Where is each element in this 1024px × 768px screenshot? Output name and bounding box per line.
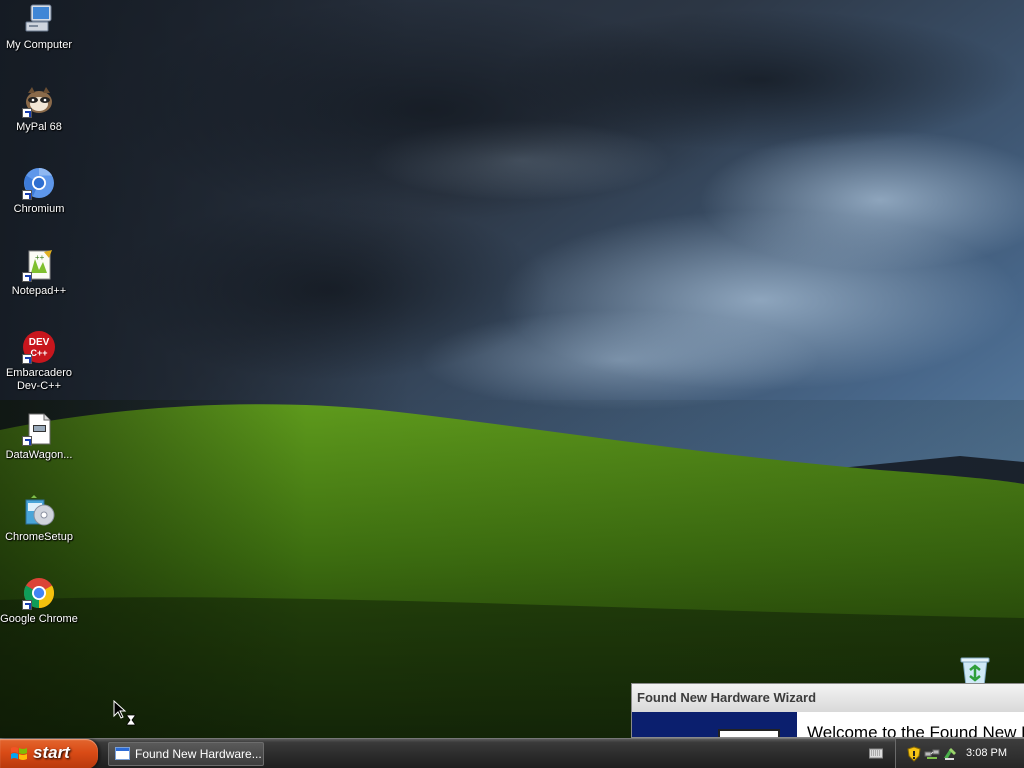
window-icon [115, 747, 130, 760]
wizard-side-banner [632, 712, 797, 737]
desktop-icon-label: My Computer [5, 39, 73, 51]
taskbar-button-found-new-hardware[interactable]: Found New Hardware... [108, 742, 264, 766]
found-new-hardware-wizard-window[interactable]: Found New Hardware Wizard Welcome to the… [631, 683, 1024, 738]
taskbar-button-label: Found New Hardware... [135, 747, 262, 761]
mypal-icon [22, 84, 56, 118]
network-icon[interactable] [924, 746, 940, 762]
safely-remove-icon[interactable] [942, 746, 958, 762]
shortcut-arrow-icon [22, 108, 32, 118]
security-shield-icon[interactable] [906, 746, 922, 762]
desktop-icon-datawagon[interactable]: DataWagon... [0, 412, 78, 462]
my-computer-icon [22, 2, 56, 36]
shortcut-arrow-icon [22, 354, 32, 364]
shortcut-arrow-icon [22, 600, 32, 610]
desktop-icon-label: Notepad++ [11, 285, 67, 297]
wizard-body: Welcome to the Found New Hardware Wizard [632, 712, 1024, 738]
taskbar: start Found New Hardware... 3:08 PM [0, 738, 1024, 768]
system-tray: 3:08 PM [895, 739, 1024, 768]
dev-cpp-icon: DEV C++ [22, 330, 56, 364]
desktop-icon-label: Google Chrome [0, 613, 78, 625]
google-chrome-icon [22, 576, 56, 610]
hardware-illustration-icon [718, 729, 780, 737]
desktop-icon-label: DataWagon... [5, 449, 73, 461]
desktop-icon-notepad-plus-plus[interactable]: ++ Notepad++ [0, 248, 78, 298]
desktop-icon-label: ChromeSetup [5, 531, 73, 543]
dev-badge-text: DEV [29, 337, 50, 348]
wizard-title: Found New Hardware Wizard [637, 690, 817, 705]
desktop-icon-chrome-setup[interactable]: ChromeSetup [0, 494, 78, 544]
recycle-bin-icon[interactable] [958, 656, 992, 687]
desktop-icon-label: Embarcadero Dev-C++ [5, 367, 73, 392]
shortcut-arrow-icon [22, 272, 32, 282]
dev-badge-subtext: C++ [30, 348, 47, 358]
desktop-icon-mypal[interactable]: MyPal 68 [0, 84, 78, 134]
busy-cursor-icon [113, 699, 137, 730]
desktop-icon-chromium[interactable]: Chromium [0, 166, 78, 216]
datawagon-icon [22, 412, 56, 446]
shortcut-arrow-icon [22, 436, 32, 446]
shortcut-arrow-icon [22, 190, 32, 200]
wizard-title-bar[interactable]: Found New Hardware Wizard [632, 684, 1024, 712]
desktop-icon-label: MyPal 68 [16, 121, 62, 133]
desktop-wallpaper [0, 0, 1024, 738]
wizard-heading: Welcome to the Found New Hardware Wizard [807, 723, 1024, 738]
taskbar-clock[interactable]: 3:08 PM [966, 747, 1007, 759]
keyboard-icon[interactable] [869, 748, 883, 759]
start-button[interactable]: start [0, 739, 98, 768]
desktop-icon-my-computer[interactable]: My Computer [0, 2, 78, 52]
svg-text:++: ++ [35, 253, 45, 262]
chrome-setup-icon [22, 494, 56, 528]
windows-flag-icon [11, 747, 27, 760]
desktop-icon-dev-cpp[interactable]: DEV C++ Embarcadero Dev-C++ [0, 330, 78, 393]
notepad-plus-plus-icon: ++ [22, 248, 56, 282]
desktop-icon-label: Chromium [13, 203, 65, 215]
desktop-icon-google-chrome[interactable]: Google Chrome [0, 576, 78, 626]
start-label: start [33, 743, 70, 762]
chromium-icon [22, 166, 56, 200]
